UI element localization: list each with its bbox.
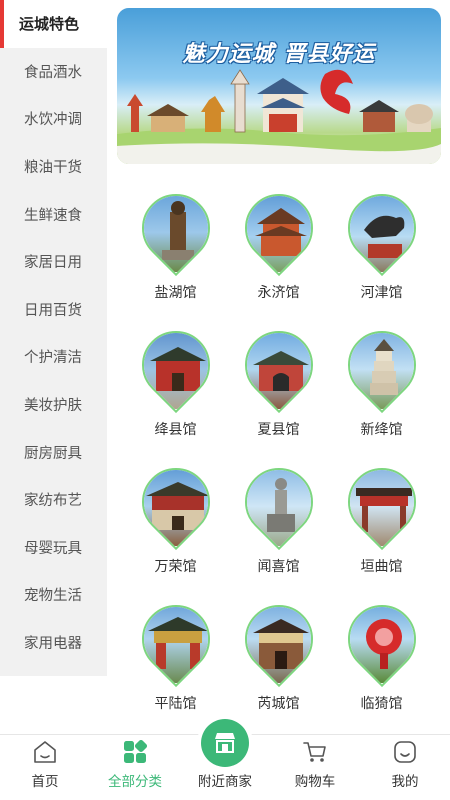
sidebar-item-pets[interactable]: 宠物生活 — [0, 571, 107, 619]
hall-wanrong[interactable]: 万荣馆 — [124, 453, 227, 601]
nav-all-categories[interactable]: 全部分类 — [90, 735, 180, 800]
horse-statue-icon — [333, 179, 430, 277]
archway-icon — [333, 453, 430, 551]
hall-label: 新绛馆 — [360, 422, 403, 438]
hall-linyi[interactable]: 临猗馆 — [330, 590, 433, 738]
hall-pinglu[interactable]: 平陆馆 — [124, 590, 227, 738]
profile-icon — [394, 741, 416, 763]
hall-yanhu[interactable]: 盐湖馆 — [124, 179, 227, 327]
hall-label: 永济馆 — [257, 285, 300, 301]
sidebar-item-home-living[interactable]: 家居日用 — [0, 238, 107, 286]
hall-label: 平陆馆 — [154, 696, 197, 712]
hall-label: 夏县馆 — [257, 422, 300, 438]
sidebar-item-kitchen[interactable]: 厨房厨具 — [0, 428, 107, 476]
monument-icon — [230, 453, 327, 551]
hall-ruicheng[interactable]: 芮城馆 — [227, 590, 330, 738]
statue-icon — [127, 179, 224, 277]
sidebar-item-personal-care[interactable]: 个护清洁 — [0, 333, 107, 381]
pagoda-icon — [333, 316, 430, 414]
sidebar-item-beverages[interactable]: 水饮冲调 — [0, 95, 107, 143]
category-icon — [124, 739, 148, 763]
nav-home[interactable]: 首页 — [0, 735, 90, 800]
hall-label: 河津馆 — [360, 285, 403, 301]
home-icon — [34, 741, 56, 763]
hall-grid: 盐湖馆 永济馆 河津馆 绛县馆 夏县馆 新绛馆 万荣馆 闻喜馆 垣曲馆 平陆馆 … — [118, 179, 450, 738]
gate-icon — [127, 316, 224, 414]
hall-yongji[interactable]: 永济馆 — [227, 179, 330, 327]
nav-label: 我的 — [391, 774, 419, 790]
sidebar-item-food-drinks[interactable]: 食品酒水 — [0, 48, 107, 96]
nav-nearby-stores[interactable]: 附近商家 — [180, 719, 270, 800]
hall-label: 芮城馆 — [257, 696, 300, 712]
hall-wenxi[interactable]: 闻喜馆 — [227, 453, 330, 601]
store-icon — [201, 719, 249, 767]
sidebar-item-daily-goods[interactable]: 日用百货 — [0, 286, 107, 334]
tower-icon — [230, 179, 327, 277]
nav-label: 附近商家 — [198, 774, 252, 790]
landmarks-illustration — [117, 69, 441, 164]
cart-icon — [303, 742, 326, 762]
hall-hejin[interactable]: 河津馆 — [330, 179, 433, 327]
sidebar-item-fresh-food[interactable]: 生鲜速食 — [0, 190, 107, 238]
hall-jiangxian[interactable]: 绛县馆 — [124, 316, 227, 464]
temple-icon — [230, 316, 327, 414]
promo-banner[interactable]: 魅力运城 晋县好运 — [117, 8, 441, 164]
sculpture-icon — [333, 590, 430, 688]
sidebar-item-appliances[interactable]: 家用电器 — [0, 619, 107, 667]
hall-label: 万荣馆 — [154, 559, 197, 575]
nav-profile[interactable]: 我的 — [360, 735, 450, 800]
hall-label: 绛县馆 — [154, 422, 197, 438]
sidebar-item-textiles[interactable]: 家纺布艺 — [0, 476, 107, 524]
hall-label: 垣曲馆 — [360, 559, 403, 575]
sidebar-item-beauty[interactable]: 美妆护肤 — [0, 381, 107, 429]
bottom-navigation: 首页 全部分类 附近商家 购物车 我的 — [0, 719, 450, 800]
hall-yuanqu[interactable]: 垣曲馆 — [330, 453, 433, 601]
sidebar-item-yuncheng-special[interactable]: 运城特色 — [0, 0, 107, 48]
sidebar-item-baby-toys[interactable]: 母婴玩具 — [0, 524, 107, 572]
shrine-icon — [230, 590, 327, 688]
nav-label: 全部分类 — [108, 774, 162, 790]
category-sidebar: 运城特色 食品酒水 水饮冲调 粮油干货 生鲜速食 家居日用 日用百货 个护清洁 … — [0, 0, 107, 676]
hall-xiaxian[interactable]: 夏县馆 — [227, 316, 330, 464]
hall-xinjiang[interactable]: 新绛馆 — [330, 316, 433, 464]
hall-label: 临猗馆 — [360, 696, 403, 712]
nav-cart[interactable]: 购物车 — [270, 735, 360, 800]
hall-label: 闻喜馆 — [257, 559, 300, 575]
nav-label: 首页 — [31, 774, 59, 790]
hall-label: 盐湖馆 — [154, 285, 197, 301]
sidebar-item-grain-oil[interactable]: 粮油干货 — [0, 143, 107, 191]
hall-icon — [127, 453, 224, 551]
nav-label: 购物车 — [294, 774, 336, 790]
gateway-icon — [127, 590, 224, 688]
